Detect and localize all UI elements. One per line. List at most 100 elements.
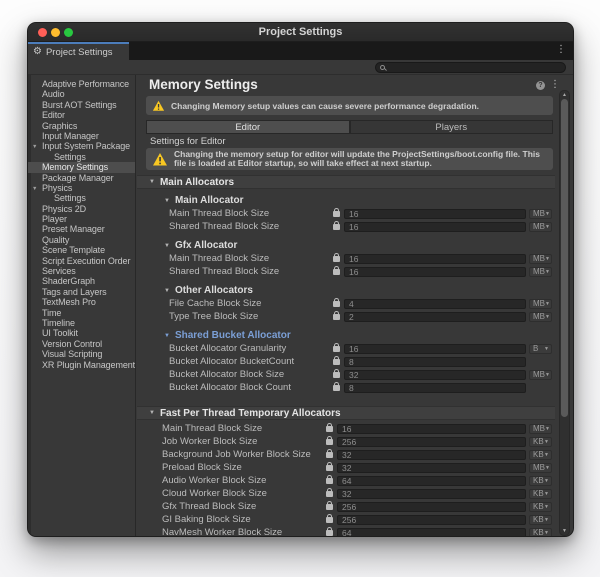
- foldout-triangle-icon[interactable]: ▼: [164, 288, 170, 294]
- subsection-header-other-allocators[interactable]: ▼ Other Allocators: [136, 284, 555, 297]
- value-field[interactable]: 256: [337, 502, 526, 512]
- sidebar-item-ui-toolkit[interactable]: ▼ UI Toolkit: [28, 328, 135, 338]
- lock-icon[interactable]: [333, 301, 340, 307]
- unit-dropdown[interactable]: KB ▼: [529, 489, 552, 499]
- value-field[interactable]: 64: [337, 476, 526, 486]
- lock-icon[interactable]: [333, 359, 340, 365]
- sidebar-item-input-system-package[interactable]: ▼ Input System Package: [28, 141, 135, 151]
- value-field[interactable]: 8: [344, 383, 526, 393]
- panel-menu-kebab-icon[interactable]: ⋮: [550, 79, 560, 90]
- scroll-up-icon[interactable]: ▲: [560, 92, 569, 98]
- zoom-window-button[interactable]: [64, 28, 73, 37]
- value-field[interactable]: 32: [337, 489, 526, 499]
- value-field[interactable]: 32: [337, 463, 526, 473]
- sidebar-item-scene-template[interactable]: ▼ Scene Template: [28, 245, 135, 255]
- foldout-triangle-icon[interactable]: ▼: [149, 179, 155, 185]
- sidebar-item-physics-2d[interactable]: ▼ Physics 2D: [28, 204, 135, 214]
- unit-dropdown[interactable]: MB ▼: [529, 267, 552, 277]
- sidebar-item-xr-plugin-management[interactable]: ▼ XR Plugin Management: [28, 360, 135, 370]
- unit-dropdown[interactable]: KB ▼: [529, 476, 552, 486]
- lock-icon[interactable]: [326, 504, 333, 510]
- unit-dropdown[interactable]: KB ▼: [529, 528, 552, 538]
- sidebar-item-settings[interactable]: ▼ Settings: [28, 193, 135, 203]
- foldout-triangle-icon[interactable]: ▼: [149, 410, 155, 416]
- unit-dropdown[interactable]: KB ▼: [529, 502, 552, 512]
- sidebar-item-version-control[interactable]: ▼ Version Control: [28, 339, 135, 349]
- unit-dropdown[interactable]: KB ▼: [529, 437, 552, 447]
- unit-dropdown[interactable]: MB ▼: [529, 209, 552, 219]
- lock-icon[interactable]: [333, 211, 340, 217]
- sidebar-item-player[interactable]: ▼ Player: [28, 214, 135, 224]
- value-field[interactable]: 256: [337, 515, 526, 525]
- lock-icon[interactable]: [326, 426, 333, 432]
- section-header-fast-per-thread-temporary-allocators[interactable]: ▼ Fast Per Thread Temporary Allocators: [137, 406, 555, 420]
- lock-icon[interactable]: [326, 478, 333, 484]
- value-field[interactable]: 16: [344, 344, 526, 354]
- value-field[interactable]: 16: [344, 209, 526, 219]
- lock-icon[interactable]: [333, 385, 340, 391]
- foldout-triangle-icon[interactable]: ▼: [164, 333, 170, 339]
- lock-icon[interactable]: [333, 314, 340, 320]
- unit-dropdown[interactable]: MB ▼: [529, 370, 552, 380]
- search-input[interactable]: [385, 63, 565, 72]
- unit-dropdown[interactable]: MB ▼: [529, 463, 552, 473]
- sidebar-item-textmesh-pro[interactable]: ▼ TextMesh Pro: [28, 297, 135, 307]
- lock-icon[interactable]: [333, 224, 340, 230]
- value-field[interactable]: 16: [344, 254, 526, 264]
- sidebar-item-graphics[interactable]: ▼ Graphics: [28, 121, 135, 131]
- sidebar-item-tags-and-layers[interactable]: ▼ Tags and Layers: [28, 287, 135, 297]
- tab-project-settings[interactable]: ⚙ Project Settings: [28, 42, 129, 60]
- sidebar-item-memory-settings[interactable]: ▼ Memory Settings: [28, 162, 135, 172]
- sidebar-item-adaptive-performance[interactable]: ▼ Adaptive Performance: [28, 79, 135, 89]
- lock-icon[interactable]: [326, 530, 333, 536]
- value-field[interactable]: 16: [337, 424, 526, 434]
- unit-dropdown[interactable]: MB ▼: [529, 424, 552, 434]
- sidebar-item-quality[interactable]: ▼ Quality: [28, 235, 135, 245]
- sidebar-item-package-manager[interactable]: ▼ Package Manager: [28, 173, 135, 183]
- subsection-header-gfx-allocator[interactable]: ▼ Gfx Allocator: [136, 239, 555, 252]
- unit-dropdown[interactable]: KB ▼: [529, 515, 552, 525]
- lock-icon[interactable]: [333, 269, 340, 275]
- minimize-window-button[interactable]: [51, 28, 60, 37]
- sidebar-item-visual-scripting[interactable]: ▼ Visual Scripting: [28, 349, 135, 359]
- section-header-main-allocators[interactable]: ▼ Main Allocators: [137, 175, 555, 189]
- sidebar-item-time[interactable]: ▼ Time: [28, 308, 135, 318]
- lock-icon[interactable]: [326, 452, 333, 458]
- value-field[interactable]: 32: [344, 370, 526, 380]
- lock-icon[interactable]: [333, 372, 340, 378]
- sidebar-item-preset-manager[interactable]: ▼ Preset Manager: [28, 224, 135, 234]
- sidebar-item-audio[interactable]: ▼ Audio: [28, 89, 135, 99]
- foldout-triangle-icon[interactable]: ▼: [164, 198, 170, 204]
- tab-menu-kebab-icon[interactable]: ⋮: [556, 44, 566, 55]
- sidebar-item-editor[interactable]: ▼ Editor: [28, 110, 135, 120]
- lock-icon[interactable]: [333, 256, 340, 262]
- foldout-triangle-icon[interactable]: ▼: [164, 243, 170, 249]
- lock-icon[interactable]: [326, 439, 333, 445]
- unit-dropdown[interactable]: MB ▼: [529, 312, 552, 322]
- unit-dropdown[interactable]: MB ▼: [529, 254, 552, 264]
- tab-editor[interactable]: Editor: [146, 120, 350, 134]
- tab-players[interactable]: Players: [350, 120, 554, 134]
- help-icon[interactable]: ?: [536, 81, 545, 90]
- titlebar[interactable]: Project Settings: [28, 23, 573, 42]
- value-field[interactable]: 64: [337, 528, 526, 538]
- vertical-scrollbar[interactable]: ▲ ▼: [559, 90, 570, 536]
- value-field[interactable]: 256: [337, 437, 526, 447]
- unit-dropdown[interactable]: MB ▼: [529, 222, 552, 232]
- sidebar-item-services[interactable]: ▼ Services: [28, 266, 135, 276]
- unit-dropdown[interactable]: MB ▼: [529, 299, 552, 309]
- sidebar-item-input-manager[interactable]: ▼ Input Manager: [28, 131, 135, 141]
- sidebar-item-physics[interactable]: ▼ Physics: [28, 183, 135, 193]
- sidebar-item-timeline[interactable]: ▼ Timeline: [28, 318, 135, 328]
- sidebar-item-settings[interactable]: ▼ Settings: [28, 152, 135, 162]
- subsection-header-shared-bucket-allocator[interactable]: ▼ Shared Bucket Allocator: [136, 329, 555, 342]
- value-field[interactable]: 2: [344, 312, 526, 322]
- unit-dropdown[interactable]: KB ▼: [529, 450, 552, 460]
- sidebar-item-script-execution-order[interactable]: ▼ Script Execution Order: [28, 256, 135, 266]
- sidebar-item-burst-aot-settings[interactable]: ▼ Burst AOT Settings: [28, 100, 135, 110]
- scroll-down-icon[interactable]: ▼: [560, 528, 569, 534]
- value-field[interactable]: 32: [337, 450, 526, 460]
- lock-icon[interactable]: [326, 465, 333, 471]
- search-box[interactable]: [375, 62, 566, 73]
- lock-icon[interactable]: [333, 346, 340, 352]
